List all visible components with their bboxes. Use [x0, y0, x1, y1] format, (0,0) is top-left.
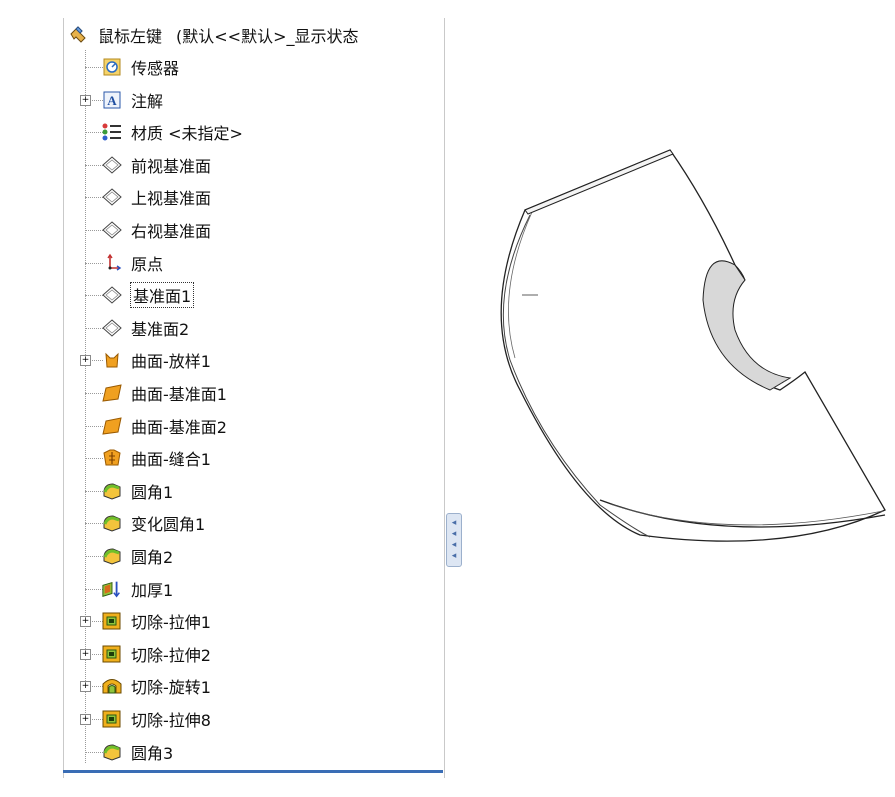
- tree-item-label: 原点: [131, 254, 164, 274]
- tree-item[interactable]: 曲面-放样1: [101, 345, 211, 375]
- tree-item-label: 切除-旋转1: [131, 678, 211, 698]
- graphics-viewport[interactable]: [460, 90, 895, 570]
- expand-toggle-icon[interactable]: +: [80, 616, 91, 628]
- part-icon: [68, 24, 90, 46]
- fillet-icon: [101, 512, 123, 534]
- cut-extrude-icon: [101, 610, 123, 632]
- tree-item-label: 曲面-放样1: [131, 352, 211, 372]
- expand-toggle-icon[interactable]: +: [80, 714, 91, 725]
- tree-item[interactable]: 曲面-缝合1: [101, 443, 211, 473]
- planar-surface-icon: [101, 415, 123, 437]
- tree-item-label: 基准面1: [129, 282, 195, 309]
- fillet-icon: [101, 545, 123, 567]
- tree-item[interactable]: 曲面-基准面2: [101, 411, 227, 441]
- tree-item-label: 基准面2: [131, 319, 190, 339]
- tree-item-label: 切除-拉伸2: [131, 645, 211, 665]
- fillet-icon: [101, 480, 123, 502]
- expand-toggle-icon[interactable]: +: [80, 355, 91, 367]
- feature-manager-tree[interactable]: 鼠标左键 (默认<<默认>_显示状态 传感器 + A 注解材质 <未指定> 前视基准面上…: [63, 18, 445, 778]
- cut-extrude-icon: [101, 708, 123, 730]
- plane-icon: [101, 284, 123, 306]
- tree-item-label: 曲面-基准面2: [131, 417, 227, 437]
- tree-item[interactable]: 切除-拉伸1: [101, 606, 211, 636]
- tree-item[interactable]: 基准面2: [101, 313, 189, 343]
- tree-item-label: 加厚1: [131, 580, 174, 600]
- tree-item[interactable]: A 注解: [101, 85, 163, 115]
- part-model-view: [500, 149, 886, 542]
- plane-icon: [101, 186, 123, 208]
- expand-toggle-icon[interactable]: +: [80, 94, 91, 106]
- tree-item[interactable]: 圆角1: [101, 476, 173, 506]
- panel-bottom-border: [63, 770, 443, 773]
- plane-icon: [101, 219, 123, 241]
- tree-item[interactable]: 变化圆角1: [101, 508, 205, 538]
- annotation-icon: A: [101, 89, 123, 111]
- tree-item[interactable]: 原点: [101, 248, 163, 278]
- tree-item-label: 注解: [131, 91, 164, 111]
- tree-item[interactable]: 加厚1: [101, 574, 173, 604]
- origin-icon: [101, 252, 123, 274]
- expand-toggle-icon[interactable]: +: [80, 681, 91, 693]
- plane-icon: [101, 317, 123, 339]
- cut-revolve-icon: [101, 675, 123, 697]
- tree-item-label: 圆角3: [131, 743, 174, 763]
- tree-item-label: 右视基准面: [131, 222, 212, 241]
- tree-item-label: 前视基准面: [131, 156, 212, 176]
- tree-item[interactable]: 上视基准面: [101, 182, 211, 212]
- tree-item-label: 材质 <未指定>: [131, 124, 243, 144]
- tree-root[interactable]: 鼠标左键 (默认<<默认>_显示状态: [68, 20, 358, 50]
- surface-loft-icon: [101, 349, 123, 371]
- plane-icon: [101, 154, 123, 176]
- tree-item[interactable]: 基准面1: [101, 280, 195, 310]
- tree-item-label: 曲面-基准面1: [131, 385, 227, 404]
- thicken-icon: [101, 578, 123, 600]
- tree-item[interactable]: 切除-旋转1: [101, 671, 211, 701]
- tree-item-label: 切除-拉伸8: [131, 711, 211, 730]
- planar-surface-icon: [101, 382, 123, 404]
- tree-item-label: 切除-拉伸1: [131, 613, 211, 633]
- tree-item-label: 圆角2: [131, 548, 174, 567]
- tree-item-label: 曲面-缝合1: [131, 450, 211, 470]
- tree-item[interactable]: 切除-拉伸2: [101, 639, 211, 669]
- tree-item[interactable]: 材质 <未指定>: [101, 117, 243, 147]
- expand-toggle-icon[interactable]: +: [80, 648, 91, 660]
- cut-extrude-icon: [101, 643, 123, 665]
- tree-item[interactable]: 曲面-基准面1: [101, 378, 227, 408]
- root-config: (默认<<默认>_显示状态: [176, 27, 359, 46]
- tree-item-label: 圆角1: [131, 482, 174, 502]
- root-label: 鼠标左键: [98, 27, 163, 46]
- tree-item-label: 上视基准面: [131, 189, 212, 209]
- fillet-icon: [101, 741, 123, 763]
- knit-surface-icon: [101, 447, 123, 469]
- material-icon: [101, 121, 123, 143]
- tree-item-label: 变化圆角1: [131, 515, 206, 535]
- tree-item[interactable]: 传感器: [101, 52, 179, 82]
- tree-item[interactable]: 切除-拉伸8: [101, 704, 211, 734]
- svg-text:A: A: [107, 93, 117, 108]
- tree-item[interactable]: 前视基准面: [101, 150, 211, 180]
- tree-item[interactable]: 圆角3: [101, 737, 173, 767]
- tree-item-label: 传感器: [131, 59, 180, 78]
- sensor-icon: [101, 56, 123, 78]
- tree-item[interactable]: 圆角2: [101, 541, 173, 571]
- tree-item[interactable]: 右视基准面: [101, 215, 211, 245]
